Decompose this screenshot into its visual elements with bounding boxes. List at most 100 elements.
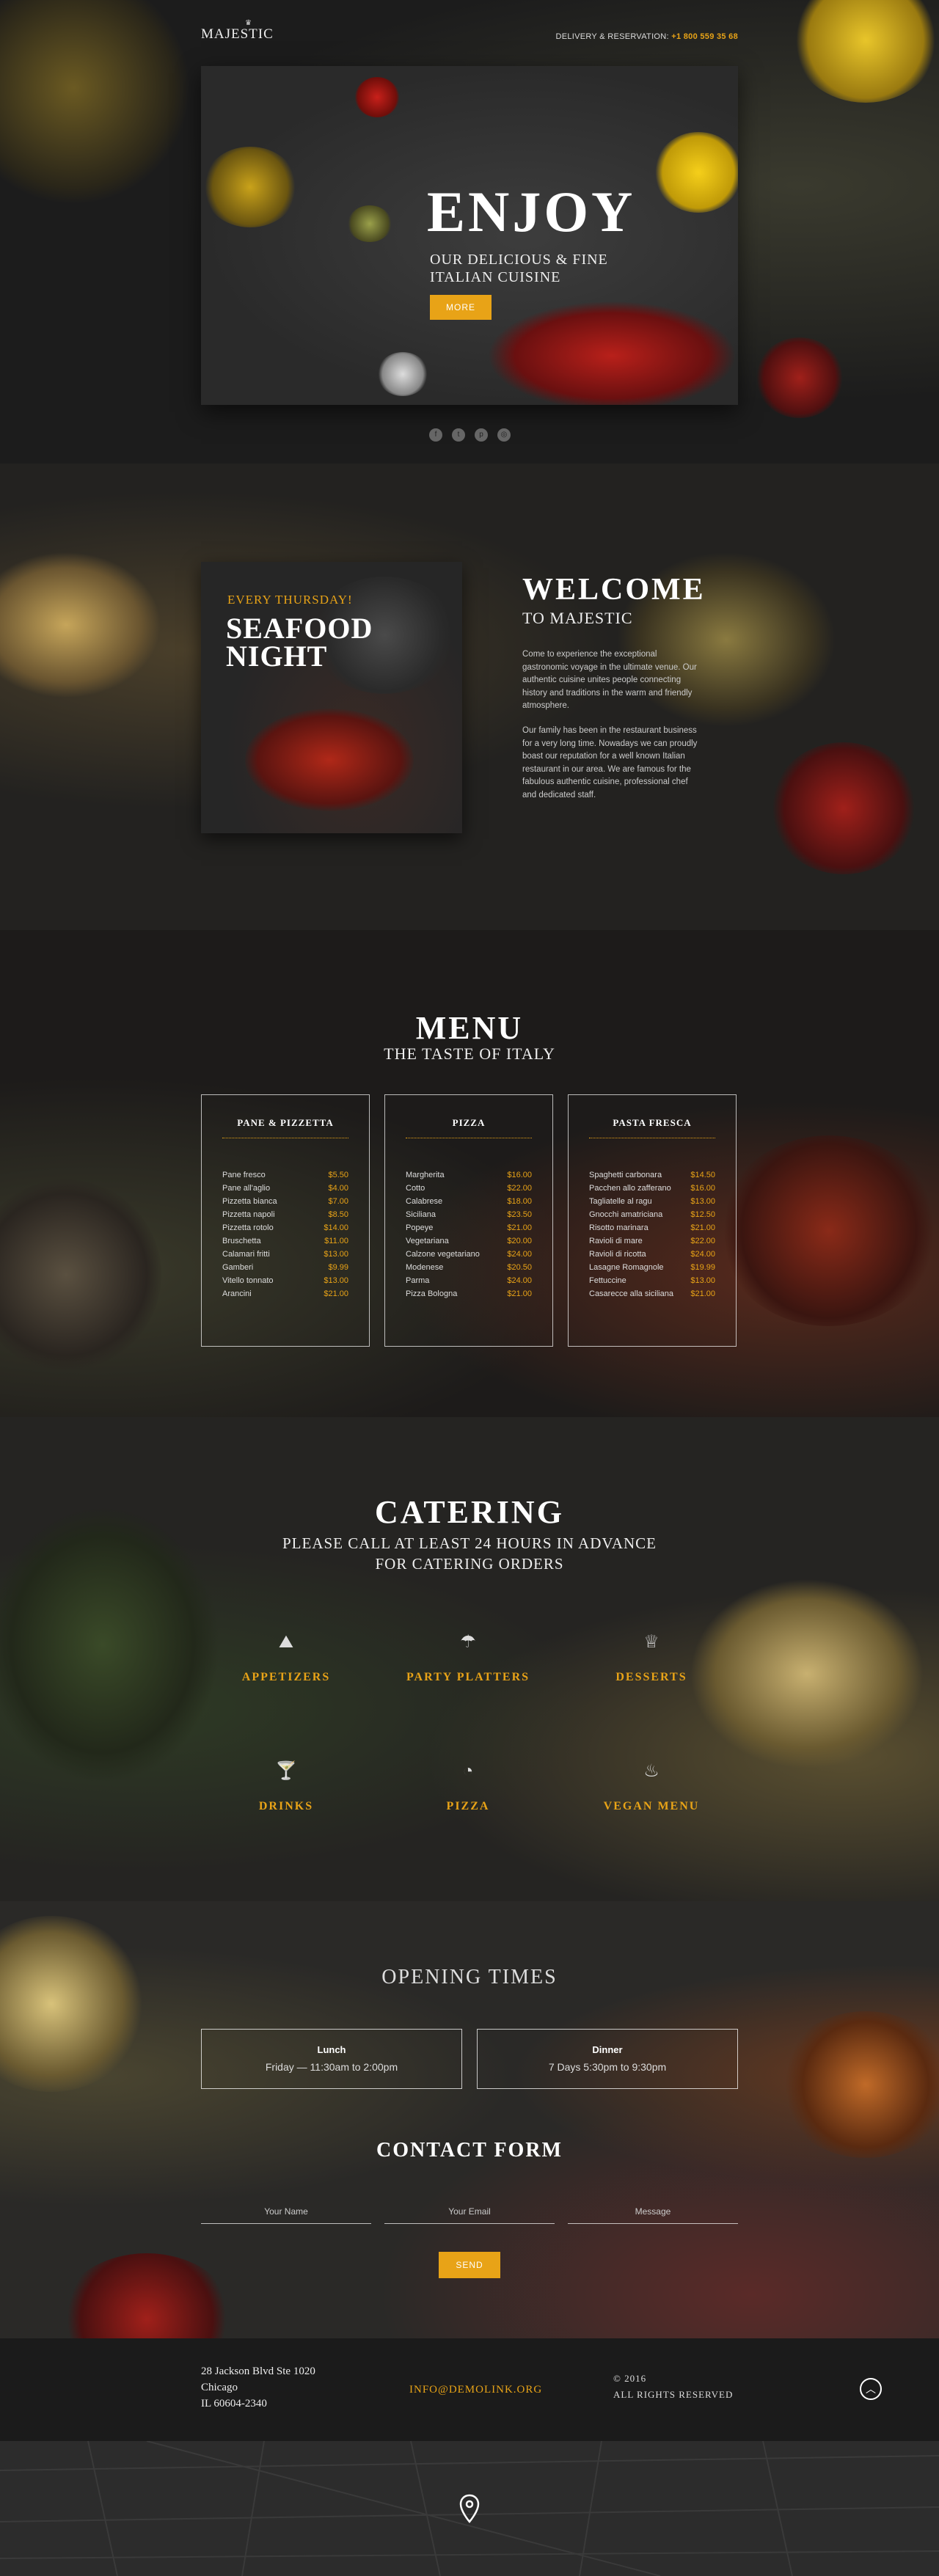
catering-item-appetizers[interactable]: ⛰ APPETIZERS (198, 1630, 374, 1684)
email-field[interactable] (384, 2199, 555, 2224)
catering-item-pizza[interactable]: ◔ PIZZA (380, 1759, 556, 1813)
more-button[interactable]: MORE (430, 295, 492, 320)
facebook-icon[interactable]: f (429, 428, 442, 442)
menu-item-name: Pizzetta rotolo (222, 1223, 274, 1232)
menu-item-row: Siciliana $23.50 (406, 1208, 532, 1221)
umbrella-icon: ☂ (460, 1632, 476, 1652)
catering-subtitle-line-2: FOR CATERING ORDERS (375, 1555, 564, 1573)
menu-item-row: Modenese $20.50 (406, 1261, 532, 1274)
instagram-icon[interactable]: ◎ (497, 428, 511, 442)
tomato-decor (756, 337, 844, 418)
welcome-paragraph-1: Come to experience the exceptional gastr… (522, 650, 697, 710)
welcome-section (0, 464, 939, 930)
cherry-tomatoes-image (487, 301, 737, 405)
menu-item-name: Vitello tonnato (222, 1276, 274, 1285)
menu-item-name: Ravioli di mare (589, 1237, 643, 1245)
menu-item-name: Parma (406, 1276, 430, 1285)
onion-decor (778, 2011, 939, 2158)
dinner-time: 7 Days 5:30pm to 9:30pm (548, 2061, 667, 2073)
menu-item-price: $5.50 (328, 1171, 348, 1179)
menu-card-heading: PASTA FRESCA (613, 1117, 692, 1128)
menu-item-row: Casarecce alla siciliana $21.00 (589, 1287, 715, 1300)
oil-bowl-image (202, 147, 298, 227)
menu-item-price: $16.00 (690, 1184, 715, 1193)
catering-item-label: DRINKS (258, 1800, 314, 1812)
site-logo[interactable]: MAJESTIC (201, 26, 274, 43)
scroll-to-top-button[interactable]: ︿ (860, 2378, 882, 2400)
email-link[interactable]: INFO@DEMOLINK.ORG (409, 2384, 542, 2396)
catering-item-vegan-menu[interactable]: ♨ VEGAN MENU (563, 1759, 739, 1813)
send-button[interactable]: SEND (439, 2252, 500, 2278)
menu-item-name: Pane fresco (222, 1171, 266, 1179)
tomato-decor (770, 742, 917, 874)
menu-item-row: Margherita $16.00 (406, 1168, 532, 1182)
parmesan-decor (0, 1916, 147, 2092)
menu-item-row: Parma $24.00 (406, 1274, 532, 1287)
menu-item-price: $21.00 (507, 1223, 532, 1232)
catering-item-label: VEGAN MENU (603, 1800, 700, 1812)
opening-times-title: OPENING TIMES (381, 1966, 558, 1988)
lunch-hours: Lunch Friday — 11:30am to 2:00pm (201, 2029, 462, 2089)
address-line-1: 28 Jackson Blvd Ste 1020 (201, 2365, 315, 2377)
menu-item-row: Pizzetta rotolo $14.00 (222, 1221, 348, 1234)
catering-title: CATERING (375, 1494, 564, 1530)
menu-item-name: Spaghetti carbonara (589, 1171, 662, 1179)
catering-item-drinks[interactable]: 🍸 DRINKS (198, 1759, 374, 1813)
catering-item-desserts[interactable]: ♕ DESSERTS (563, 1630, 739, 1684)
menu-card-heading: PIZZA (452, 1117, 486, 1128)
menu-item-price: $4.00 (328, 1184, 348, 1193)
menu-card-heading: PANE & PIZZETTA (237, 1117, 334, 1128)
twitter-icon[interactable]: t (452, 428, 465, 442)
lunch-time: Friday — 11:30am to 2:00pm (265, 2061, 398, 2073)
copyright: © 2016 ALL RIGHTS RESERVED (613, 2371, 733, 2403)
menu-item-price: $20.00 (507, 1237, 532, 1245)
menu-item-row: Gnocchi amatriciana $12.50 (589, 1208, 715, 1221)
soup-bowl-icon: ♨ (643, 1761, 660, 1781)
menu-item-name: Arancini (222, 1289, 252, 1298)
menu-subtitle: THE TASTE OF ITALY (384, 1044, 555, 1063)
menu-item-row: Vegetariana $20.00 (406, 1234, 532, 1248)
menu-item-name: Fettuccine (589, 1276, 626, 1285)
menu-item-price: $22.00 (690, 1237, 715, 1245)
menu-item-name: Lasagne Romagnole (589, 1263, 664, 1272)
menu-item-name: Pacchen allo zafferano (589, 1184, 671, 1193)
menu-item-price: $22.00 (507, 1184, 532, 1193)
menu-item-name: Pizza Bologna (406, 1289, 458, 1298)
promo-title: SEAFOOD NIGHT (226, 612, 373, 673)
welcome-paragraph-2: Our family has been in the restaurant bu… (522, 726, 698, 799)
cloche-icon: ⛰ (278, 1632, 294, 1652)
menu-item-name: Gamberi (222, 1263, 254, 1272)
menu-items: Spaghetti carbonara $14.50 Pacchen allo za… (589, 1168, 715, 1300)
message-field[interactable] (568, 2199, 738, 2224)
menu-item-price: $14.50 (690, 1171, 715, 1179)
menu-item-price: $11.00 (324, 1237, 348, 1245)
menu-item-row: Calabrese $18.00 (406, 1195, 532, 1208)
welcome-title: WELCOME (522, 573, 706, 607)
olive-oil-bowl-decor (0, 0, 191, 205)
menu-item-name: Pizzetta napoli (222, 1210, 275, 1219)
menu-item-row: Vitello tonnato $13.00 (222, 1274, 348, 1287)
pinterest-icon[interactable]: p (475, 428, 488, 442)
name-field[interactable] (201, 2199, 371, 2224)
menu-card-pizza: PIZZA Margherita $16.00 Cotto $22.00 Calabre… (384, 1094, 553, 1347)
menu-item-price: $9.99 (328, 1263, 348, 1272)
catering-item-label: PIZZA (446, 1800, 490, 1812)
delivery-phone[interactable]: +1 800 559 35 68 (671, 32, 738, 41)
menu-item-price: $24.00 (690, 1250, 715, 1259)
pizza-icon: ◔ (462, 1761, 474, 1781)
capers-spoon-image (348, 205, 392, 242)
menu-item-price: $24.00 (507, 1250, 532, 1259)
menu-item-row: Ravioli di ricotta $24.00 (589, 1248, 715, 1261)
menu-item-price: $21.00 (690, 1289, 715, 1298)
contact-form-title: CONTACT FORM (376, 2139, 563, 2162)
menu-item-row: Pizzetta bianca $7.00 (222, 1195, 348, 1208)
address: 28 Jackson Blvd Ste 1020 Chicago IL 6060… (201, 2363, 315, 2412)
menu-item-row: Ravioli di mare $22.00 (589, 1234, 715, 1248)
menu-item-name: Pizzetta bianca (222, 1197, 277, 1206)
menu-item-row: Fettuccine $13.00 (589, 1274, 715, 1287)
map-pin-icon[interactable] (459, 2494, 480, 2523)
menu-item-name: Calamari fritti (222, 1250, 270, 1259)
catering-item-party-platters[interactable]: ☂ PARTY PLATTERS (380, 1630, 556, 1684)
seafood-night-promo[interactable]: EVERY THURSDAY! SEAFOOD NIGHT (201, 562, 462, 833)
menu-item-row: Tagliatelle al ragu $13.00 (589, 1195, 715, 1208)
